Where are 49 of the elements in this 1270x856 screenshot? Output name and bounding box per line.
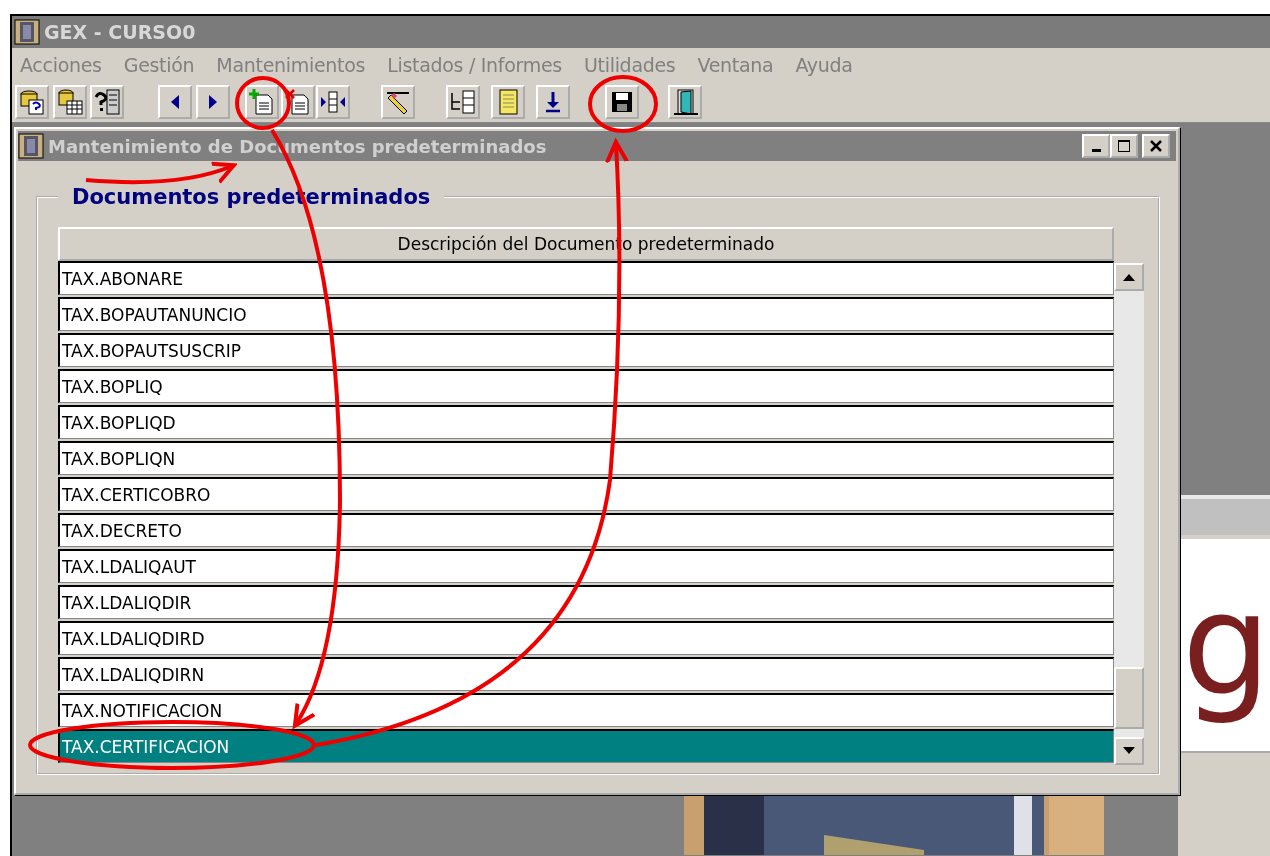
logo-text: g <box>1182 562 1270 729</box>
list-row[interactable]: TAX.NOTIFICACION <box>58 693 1114 727</box>
list-row[interactable]: TAX.LDALIQDIRN <box>58 657 1114 691</box>
app-icon <box>18 133 44 159</box>
list-row[interactable]: TAX.DECRETO <box>58 513 1114 547</box>
scroll-down-button[interactable] <box>1114 737 1144 765</box>
toolbar-button[interactable] <box>446 85 480 119</box>
list-row[interactable]: TAX.BOPLIQN <box>58 441 1114 475</box>
close-icon <box>1149 139 1163 153</box>
list-row[interactable]: TAX.BOPLIQD <box>58 405 1114 439</box>
list-row[interactable]: TAX.LDALIQAUT <box>58 549 1114 583</box>
list-row[interactable]: TAX.CERTIFICACION <box>58 729 1114 763</box>
list-row[interactable]: TAX.CERTICOBRO <box>58 477 1114 511</box>
database-help-icon <box>17 87 47 117</box>
app-title: GEX - CURSO0 <box>44 21 196 43</box>
down-arrow-icon <box>1122 746 1136 756</box>
next-icon <box>209 95 217 109</box>
annotation-circle <box>235 76 291 130</box>
minimize-button[interactable] <box>1082 134 1110 158</box>
list-row[interactable]: TAX.LDALIQDIRD <box>58 621 1114 655</box>
toolbar-button[interactable] <box>381 85 415 119</box>
list-row[interactable]: TAX.ABONARE <box>58 261 1114 295</box>
maximize-icon <box>1117 139 1131 153</box>
toolbar-button[interactable] <box>158 85 192 119</box>
toolbar-button[interactable] <box>316 85 350 119</box>
toolbar-button[interactable] <box>15 85 49 119</box>
annotation-circle <box>588 75 658 133</box>
help-server-icon <box>92 87 122 117</box>
scroll-up-button[interactable] <box>1114 263 1144 291</box>
list-row[interactable]: TAX.BOPLIQ <box>58 369 1114 403</box>
toolbar-button[interactable] <box>536 85 570 119</box>
scrollbar[interactable] <box>1114 263 1144 765</box>
toolbar-button[interactable] <box>53 85 87 119</box>
list-row[interactable]: TAX.BOPAUTSUSCRIP <box>58 333 1114 367</box>
app-icon <box>14 19 40 45</box>
database-table-icon <box>55 87 85 117</box>
toolbar-button[interactable] <box>90 85 124 119</box>
toolbar-button[interactable] <box>668 85 702 119</box>
previous-icon <box>171 95 179 109</box>
maximize-button[interactable] <box>1110 134 1138 158</box>
close-button[interactable] <box>1142 134 1170 158</box>
minimize-icon <box>1091 149 1101 152</box>
tree-list-icon <box>448 87 478 117</box>
toolbar-button[interactable] <box>196 85 230 119</box>
list-row[interactable]: TAX.BOPAUTANUNCIO <box>58 297 1114 331</box>
toolbar-button[interactable] <box>605 85 639 119</box>
list-row[interactable]: TAX.LDALIQDIR <box>58 585 1114 619</box>
up-arrow-icon <box>1122 272 1136 282</box>
scroll-thumb[interactable] <box>1114 667 1144 729</box>
